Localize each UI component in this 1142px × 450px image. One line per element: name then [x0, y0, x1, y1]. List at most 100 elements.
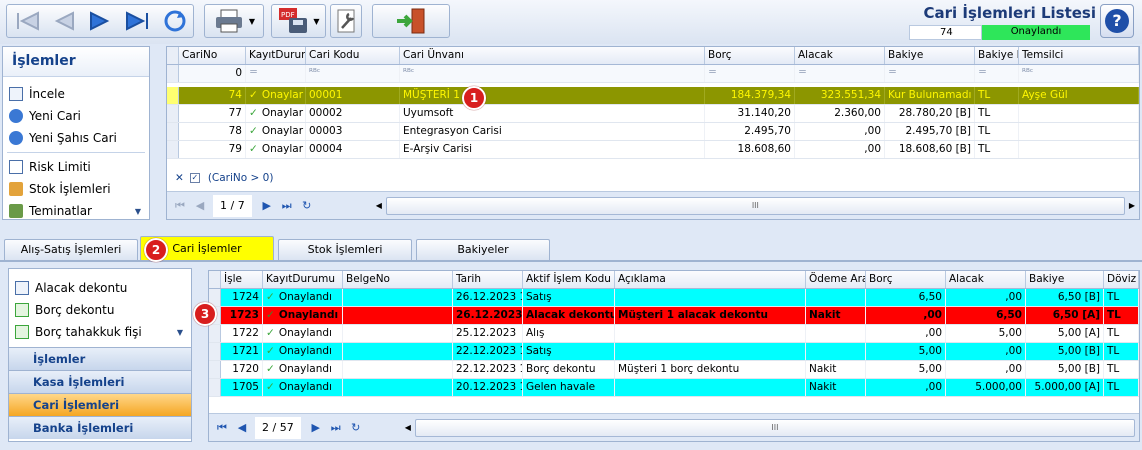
- help-button[interactable]: ?: [1100, 4, 1134, 38]
- last-record-icon[interactable]: [123, 10, 153, 32]
- horizontal-scrollbar[interactable]: III: [414, 418, 1135, 437]
- table-row[interactable]: 1705 ✓ Onaylandı 20.12.2023 1 Gelen havale Na…: [209, 379, 1139, 397]
- filter-input[interactable]: ᴿᴮᶜ: [306, 65, 400, 82]
- filter-input[interactable]: ＝: [795, 65, 885, 82]
- next-page-icon[interactable]: ▶: [307, 419, 325, 437]
- table-row[interactable]: 1720 ✓ Onaylandı 22.12.2023 1 Borç dekontu Mü…: [209, 361, 1139, 379]
- first-record-icon[interactable]: [12, 10, 42, 32]
- column-header[interactable]: Cari Ünvanı: [400, 47, 705, 64]
- scroll-right-icon[interactable]: ▶: [1129, 201, 1135, 210]
- table-cell: Entegrasyon Carisi: [400, 123, 705, 140]
- row-indicator[interactable]: [167, 123, 179, 140]
- filter-input[interactable]: ＝: [975, 65, 1019, 82]
- table-cell: [806, 325, 866, 342]
- print-button[interactable]: ▼: [204, 4, 264, 38]
- next-record-icon[interactable]: [87, 10, 113, 32]
- column-header[interactable]: Bakiye: [885, 47, 975, 64]
- chevron-down-icon[interactable]: ▼: [135, 207, 141, 216]
- table-cell: Kur Bulunamadı: [885, 87, 975, 104]
- first-page-icon[interactable]: ⏮: [171, 197, 189, 215]
- menu-item-stok-islemleri[interactable]: Stok İşlemleri: [3, 178, 149, 200]
- tab-stok-islemleri[interactable]: Stok İşlemleri: [278, 239, 412, 260]
- menu-item-yeni-cari[interactable]: Yeni Cari: [3, 105, 149, 127]
- previous-page-icon[interactable]: ◀: [233, 419, 251, 437]
- column-header[interactable]: CariNo: [179, 47, 246, 64]
- transactions-grid: İşle KayıtDurumu BelgeNo Tarih Aktif İşl…: [208, 270, 1140, 442]
- column-header[interactable]: Bakiye D: [975, 47, 1019, 64]
- exit-button[interactable]: [372, 4, 450, 38]
- nav-section-kasa[interactable]: Kasa İşlemleri: [9, 370, 191, 393]
- menu-item-teminatlar[interactable]: Teminatlar ▼: [3, 200, 149, 222]
- column-header[interactable]: Borç: [866, 271, 946, 288]
- row-indicator[interactable]: [209, 361, 221, 378]
- row-indicator[interactable]: [167, 141, 179, 158]
- next-page-icon[interactable]: ▶: [258, 197, 276, 215]
- table-row[interactable]: 74 ✓ Onaylar 00001 MÜŞTERİ 1 184.379,34 323.55…: [167, 87, 1139, 105]
- column-header[interactable]: Borç: [705, 47, 795, 64]
- column-header[interactable]: İşle: [221, 271, 263, 288]
- print-dropdown-icon[interactable]: ▼: [249, 17, 255, 26]
- scroll-left-icon[interactable]: ◀: [405, 423, 411, 432]
- filter-input[interactable]: ᴿᴮᶜ: [400, 65, 705, 82]
- column-header[interactable]: Döviz: [1104, 271, 1139, 288]
- menu-item-yeni-sahis-cari[interactable]: Yeni Şahıs Cari: [3, 127, 149, 149]
- chevron-down-icon[interactable]: ▼: [177, 328, 183, 337]
- menu-item-borc-dekontu[interactable]: Borç dekontu: [9, 299, 191, 321]
- last-page-icon[interactable]: ⏭: [327, 419, 345, 437]
- nav-section-banka[interactable]: Banka İşlemleri: [9, 416, 191, 439]
- settings-button[interactable]: [330, 4, 362, 38]
- export-pdf-button[interactable]: PDF ▼: [271, 4, 326, 38]
- nav-section-cari[interactable]: Cari İşlemleri: [9, 393, 191, 416]
- column-header[interactable]: Bakiye: [1026, 271, 1104, 288]
- column-header[interactable]: Temsilci: [1019, 47, 1139, 64]
- table-row[interactable]: 1721 ✓ Onaylandı 22.12.2023 1 Satış 5,00,00 5,…: [209, 343, 1139, 361]
- table-row[interactable]: 1724 ✓ Onaylandı 26.12.2023 1 Satış 6,50,00 6,…: [209, 289, 1139, 307]
- table-row[interactable]: 79 ✓ Onaylar 00004 E-Arşiv Carisi 18.608,60,0…: [167, 141, 1139, 159]
- export-dropdown-icon[interactable]: ▼: [313, 17, 319, 26]
- nav-section-islemler[interactable]: İşlemler: [9, 347, 191, 370]
- last-page-icon[interactable]: ⏭: [278, 197, 296, 215]
- column-header[interactable]: Aktif İşlem Kodu: [523, 271, 615, 288]
- filter-input[interactable]: ᴿᴮᶜ: [1019, 65, 1139, 82]
- row-indicator[interactable]: [167, 87, 179, 104]
- column-header[interactable]: Açıklama: [615, 271, 806, 288]
- row-indicator[interactable]: [209, 325, 221, 342]
- menu-item-alacak-dekontu[interactable]: Alacak dekontu: [9, 277, 191, 299]
- filter-input[interactable]: ＝: [885, 65, 975, 82]
- column-header[interactable]: KayıtDurumu: [263, 271, 343, 288]
- table-row[interactable]: 78 ✓ Onaylar 00003 Entegrasyon Carisi 2.495,7…: [167, 123, 1139, 141]
- row-indicator[interactable]: [167, 105, 179, 122]
- tab-alis-satis[interactable]: Alış-Satış İşlemleri: [4, 239, 138, 260]
- first-page-icon[interactable]: ⏮: [213, 419, 231, 437]
- column-header[interactable]: Alacak: [946, 271, 1026, 288]
- refresh-icon[interactable]: [162, 8, 188, 34]
- menu-item-incele[interactable]: İncele: [3, 83, 149, 105]
- column-header[interactable]: Tarih: [453, 271, 523, 288]
- row-indicator[interactable]: [209, 379, 221, 396]
- column-header[interactable]: BelgeNo: [343, 271, 453, 288]
- table-row[interactable]: 77 ✓ Onaylar 00002 Uyumsoft 31.140,20 2.360,00…: [167, 105, 1139, 123]
- filter-input-carino[interactable]: 0: [179, 65, 246, 82]
- column-header[interactable]: Alacak: [795, 47, 885, 64]
- filter-expression[interactable]: (CariNo > 0): [208, 172, 274, 184]
- menu-item-borc-tahakkuk[interactable]: Borç tahakkuk fişi ▼: [9, 321, 191, 343]
- previous-record-icon[interactable]: [51, 10, 77, 32]
- tab-bakiyeler[interactable]: Bakiyeler: [416, 239, 550, 260]
- filter-input[interactable]: ＝: [246, 65, 306, 82]
- refresh-page-icon[interactable]: ↻: [298, 197, 316, 215]
- column-header[interactable]: Ödeme Araı: [806, 271, 866, 288]
- table-row[interactable]: 1722 ✓ Onaylandı 25.12.2023 Alış ,00 5,00 5,00 …: [209, 325, 1139, 343]
- filter-checkbox[interactable]: ✓: [189, 173, 200, 183]
- table-row[interactable]: 1723 ✓ Onaylandı 26.12.2023 Alacak dekontu Mü…: [209, 307, 1139, 325]
- row-indicator[interactable]: [209, 343, 221, 360]
- menu-item-risk-limiti[interactable]: Risk Limiti: [3, 156, 149, 178]
- column-header[interactable]: KayıtDurumu: [246, 47, 306, 64]
- column-header[interactable]: Cari Kodu: [306, 47, 400, 64]
- filter-input[interactable]: ＝: [705, 65, 795, 82]
- scroll-left-icon[interactable]: ◀: [376, 201, 382, 210]
- horizontal-scrollbar[interactable]: III: [385, 196, 1125, 215]
- previous-page-icon[interactable]: ◀: [191, 197, 209, 215]
- refresh-page-icon[interactable]: ↻: [347, 419, 365, 437]
- clear-filter-icon[interactable]: ✕: [175, 172, 184, 184]
- table-cell: [343, 289, 453, 306]
